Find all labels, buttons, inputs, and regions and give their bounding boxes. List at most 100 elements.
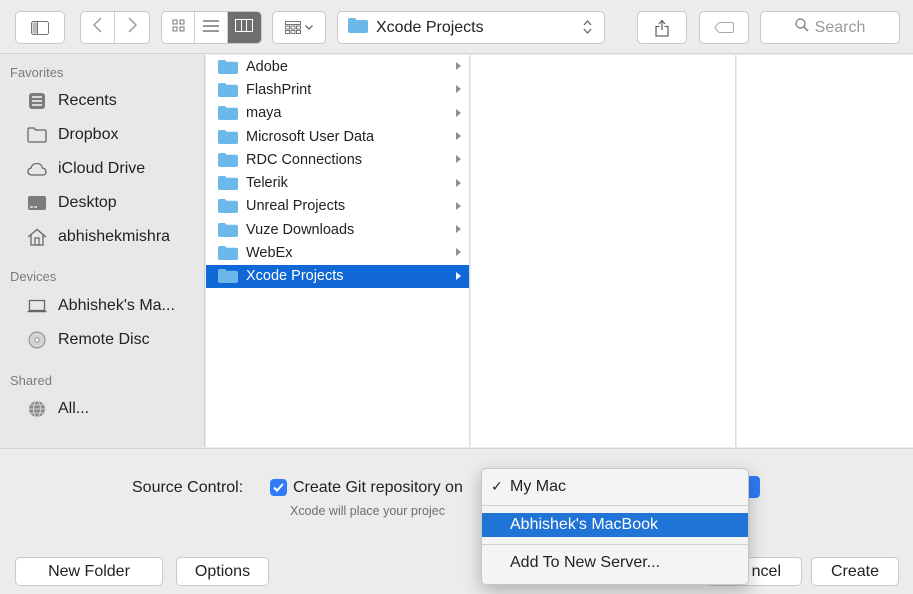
sidebar-item-label: Desktop [58,194,117,211]
menu-separator [482,544,748,545]
sidebar-item-macbook[interactable]: Abhishek's Ma... [26,293,175,319]
folder-label: maya [246,105,282,122]
chevron-left-icon [92,17,102,38]
column-view-button[interactable] [227,12,261,43]
disclosure-arrow-icon [456,271,461,280]
sidebar-item-icloud-drive[interactable]: iCloud Drive [26,156,145,182]
list-view-button[interactable] [195,12,228,43]
folder-label: Unreal Projects [246,198,346,215]
chevron-down-icon [305,25,313,30]
sidebar-item-label: iCloud Drive [58,160,146,177]
columns-icon [235,18,254,37]
folder-icon [348,17,368,38]
browser-column-2 [471,55,736,447]
tag-icon [714,22,734,33]
browser-column-1: Adobe FlashPrint maya Microsoft User Data RD… [206,55,470,447]
search-placeholder: Search [814,18,866,36]
folder-label: WebEx [246,245,293,262]
sidebar-item-remote-disc[interactable]: Remote Disc [26,327,150,353]
folder-icon [26,125,48,145]
disclosure-arrow-icon [456,248,461,257]
home-icon [26,227,48,247]
source-control-hint: Xcode will place your projec [290,504,445,518]
folder-row[interactable]: RDC Connections [206,148,469,171]
cloud-icon [26,159,48,179]
sidebar-item-home[interactable]: abhishekmishra [26,224,170,250]
folder-icon [218,269,238,284]
git-repository-label: Create Git repository on [293,479,463,496]
folder-row[interactable]: Telerik [206,172,469,195]
disclosure-arrow-icon [456,225,461,234]
folder-row[interactable]: Unreal Projects [206,195,469,218]
checkmark-icon [273,479,284,497]
laptop-icon [26,296,48,316]
icon-view-button[interactable] [162,12,196,43]
disclosure-arrow-icon [456,108,461,117]
desktop-icon [26,193,48,213]
folder-row[interactable]: FlashPrint [206,78,469,101]
options-button[interactable]: Options [176,557,269,586]
sidebar-item-recents[interactable]: Recents [26,88,117,114]
sidebar-item-label: Dropbox [58,126,119,143]
sidebar-header-favorites: Favorites [10,65,64,80]
new-folder-button[interactable]: New Folder [15,557,163,586]
menu-item-macbook[interactable]: Abhishek's MacBook [482,513,748,537]
disclosure-arrow-icon [456,131,461,140]
folder-label: Xcode Projects [246,268,344,285]
network-globe-icon [26,399,48,419]
checkmark-icon: ✓ [491,478,503,494]
sidebar-icon [31,20,49,35]
menu-item-my-mac[interactable]: ✓ My Mac [482,475,748,499]
back-button[interactable] [81,12,116,43]
location-popup[interactable]: Xcode Projects [337,11,605,44]
menu-item-add-server[interactable]: Add To New Server... [482,551,748,575]
folder-icon [218,129,238,144]
repository-location-menu: ✓ My Mac Abhishek's MacBook Add To New S… [481,468,749,585]
accessory-panel: Source Control: Create Git repository on… [0,448,913,548]
forward-button[interactable] [115,12,149,43]
grid-icon [172,19,185,37]
folder-icon [218,222,238,237]
sidebar-item-label: Remote Disc [58,331,150,348]
sidebar-item-label: Abhishek's Ma... [58,297,175,314]
search-icon [794,18,815,37]
arrange-button[interactable] [272,11,326,44]
disclosure-arrow-icon [456,155,461,164]
tag-button[interactable] [699,11,749,44]
source-control-label: Source Control: [132,479,244,496]
folder-row[interactable]: Vuze Downloads [206,218,469,241]
sidebar-item-label: All... [58,400,90,417]
sidebar-item-dropbox[interactable]: Dropbox [26,122,118,148]
folder-row[interactable]: Adobe [206,55,469,78]
disclosure-arrow-icon [456,178,461,187]
sidebar-header-shared: Shared [10,373,52,388]
folder-icon [218,246,238,261]
git-repository-checkbox[interactable] [270,479,287,496]
toolbar: Xcode Projects Search [0,0,913,54]
list-icon [203,19,219,37]
folder-icon [218,106,238,121]
chevron-right-icon [127,17,137,38]
folder-icon [218,82,238,97]
folder-row[interactable]: maya [206,102,469,125]
menu-separator [482,505,748,506]
menu-item-label: Abhishek's MacBook [510,516,659,533]
create-button[interactable]: Create [811,557,899,586]
folder-row[interactable]: Microsoft User Data [206,125,469,148]
share-icon [655,19,669,37]
back-forward-control [80,11,150,44]
share-button[interactable] [637,11,687,44]
sidebar-toggle-button[interactable] [15,11,65,44]
folder-icon [218,199,238,214]
sidebar-item-desktop[interactable]: Desktop [26,190,117,216]
folder-row[interactable]: Xcode Projects [206,264,469,288]
updown-chevron-icon [583,19,592,40]
folder-label: Telerik [246,175,288,192]
sidebar-item-label: abhishekmishra [58,228,171,245]
folder-row[interactable]: WebEx [206,241,469,264]
disc-icon [26,330,48,350]
folder-label: RDC Connections [246,151,363,168]
sidebar: Favorites Recents Dropbox iCloud Drive D… [0,55,205,447]
search-field[interactable]: Search [760,11,900,44]
sidebar-item-shared-all[interactable]: All... [26,396,89,422]
